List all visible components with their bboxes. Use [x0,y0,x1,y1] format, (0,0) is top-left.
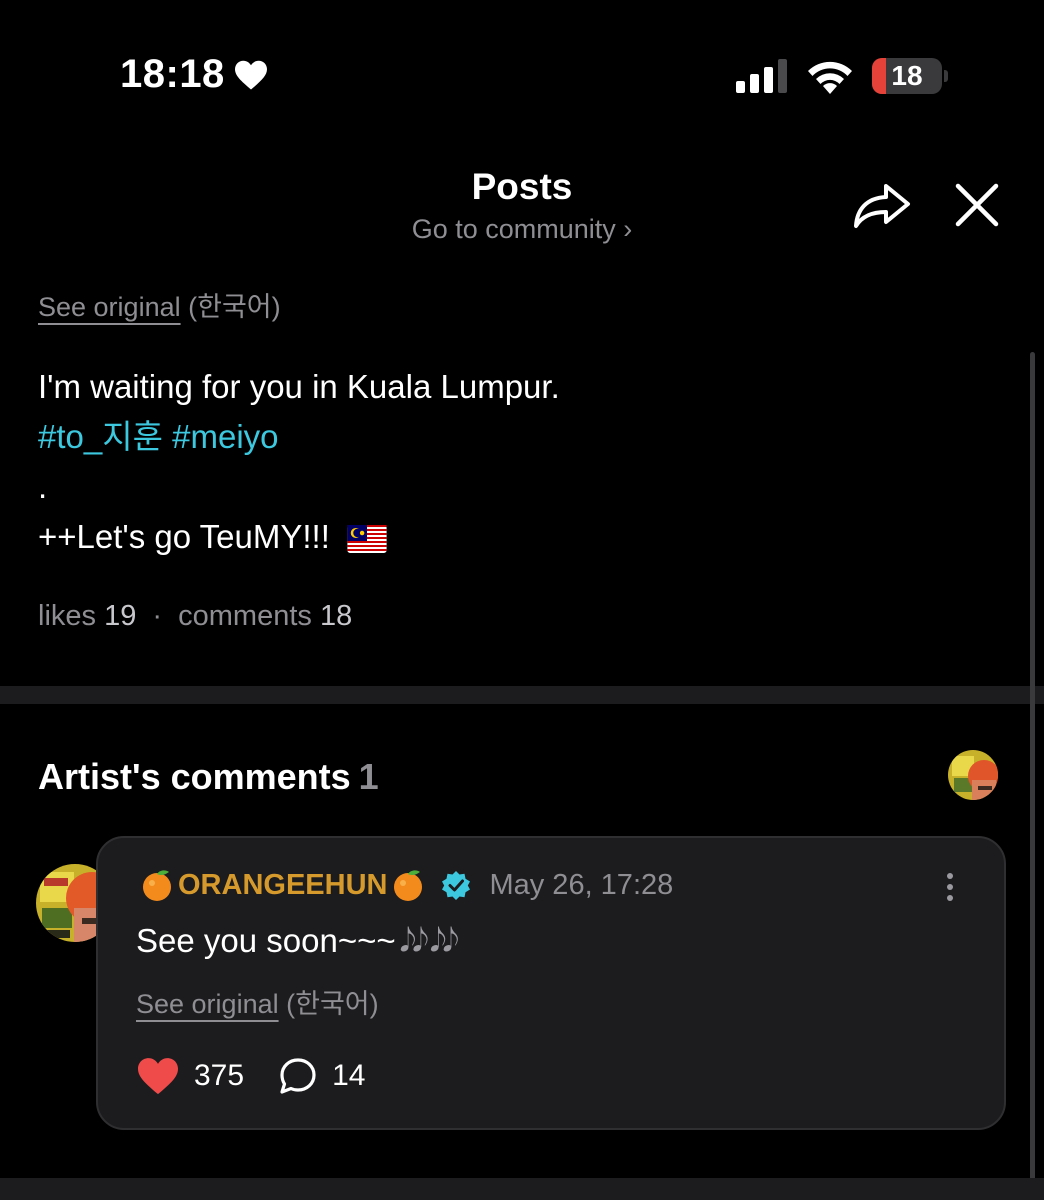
like-heart-icon[interactable] [136,1056,180,1096]
original-language: (한국어) [188,292,281,322]
comment-body: See you soon~~~ [136,922,396,959]
signal-icon [736,59,787,93]
comment-date: May 26, 17:28 [489,868,674,901]
comments-count[interactable]: 18 [320,600,352,632]
post-line-with-flag: ++Let's go TeuMY!!! [38,512,560,562]
comment-author[interactable]: ORANGEEHUN [136,868,429,902]
close-icon[interactable] [954,182,1000,228]
see-original-link[interactable]: See original [38,292,181,322]
battery-level: 18 [891,60,923,91]
comment-text: See you soon~~~ 𝅘𝅥𝅮𝅘𝅥𝅮 𝅘𝅥𝅮𝅘𝅥𝅮 [136,922,459,960]
hashtag-link[interactable]: #meiyo [172,418,278,455]
tangerine-icon [394,870,423,901]
comment-see-original[interactable]: See original (한국어) [136,982,379,1021]
reply-count: 14 [332,1059,366,1092]
go-to-community-label: Go to community [411,214,616,244]
stats-separator: · [152,600,163,632]
hashtag-link[interactable]: #to_지훈 [38,418,163,455]
likes-label: likes [38,600,97,632]
artist-comments-heading: Artist's comments 1 [38,756,379,798]
share-icon[interactable] [852,180,912,232]
more-options-icon[interactable] [944,872,956,902]
section-divider [0,1178,1044,1200]
comment-header: ORANGEEHUN May 26, 17:28 [136,868,673,902]
verified-badge-icon [442,871,471,900]
post-line: ++Let's go TeuMY!!! [38,518,330,555]
likes-count: 19 [104,600,137,632]
post-hashtags: #to_지훈 #meiyo [38,412,560,462]
post-see-original[interactable]: See original (한국어) [38,285,281,324]
malaysia-flag-icon [347,525,387,554]
like-count: 375 [194,1059,245,1092]
music-notes-emoji: 𝅘𝅥𝅮𝅘𝅥𝅮 𝅘𝅥𝅮𝅘𝅥𝅮 [399,922,459,958]
comment-username[interactable]: ORANGEEHUN [178,869,387,902]
scrollbar[interactable] [1030,352,1035,1200]
artist-comments-title: Artist's comments [38,756,351,797]
tangerine-icon [143,870,171,901]
heart-icon [234,60,267,90]
chevron-right-icon: › [623,214,633,244]
battery-icon: 18 [872,58,942,94]
clock: 18:18 [120,52,269,97]
artist-avatar-small[interactable] [948,750,998,800]
wifi-icon [808,61,852,94]
comment-actions: 375 14 [136,1056,365,1096]
comments-label[interactable]: comments [178,600,312,632]
post-line: I'm waiting for you in Kuala Lumpur. [38,368,560,405]
post-body: I'm waiting for you in Kuala Lumpur. #to… [38,362,560,562]
section-divider [0,686,1044,704]
see-original-link[interactable]: See original [136,989,279,1019]
status-icons: 18 [736,58,948,94]
clock-time: 18:18 [120,52,225,96]
artist-comment-card: ORANGEEHUN May 26, 17:28 See you soon~~~… [96,836,1006,1130]
reply-bubble-icon[interactable] [278,1056,318,1096]
post-line: . [38,468,48,505]
status-bar: 18:18 18 [0,0,1044,140]
post-stats: likes 19 · comments 18 [38,600,352,633]
original-language: (한국어) [286,989,379,1019]
artist-comments-count: 1 [358,756,379,797]
